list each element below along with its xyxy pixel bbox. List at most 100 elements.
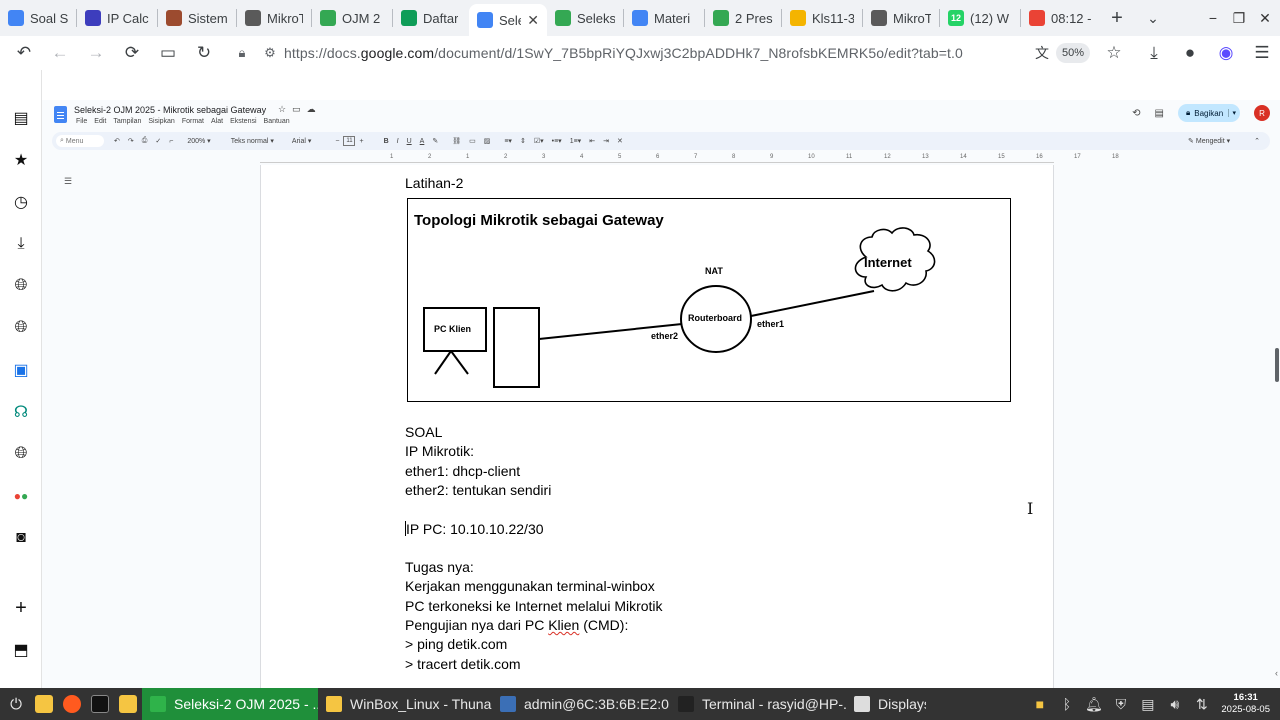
browser-tab[interactable]: Sele ✕	[469, 4, 547, 36]
topology-diagram[interactable]: Topologi Mikrotik sebagai Gateway PC Kli…	[407, 198, 1011, 402]
globe-icon[interactable]: 🌐︎	[9, 274, 33, 298]
taskbar-window-button[interactable]: Displays	[846, 688, 926, 720]
bookmarks-star-icon[interactable]: ★	[9, 148, 33, 172]
spellcheck-icon[interactable]: ✓	[151, 137, 165, 145]
file-manager-icon[interactable]	[30, 688, 58, 720]
history-icon[interactable]: ◷	[9, 190, 33, 214]
extensions-icon[interactable]: ⬒	[9, 638, 33, 662]
browser-tab[interactable]: 12 (12) W	[940, 0, 1020, 36]
numbered-list-icon[interactable]: 1≡▾	[566, 137, 586, 145]
menu-search-input[interactable]: ⌕ Menu	[56, 135, 104, 147]
lock-icon[interactable]: 🔒︎	[228, 45, 256, 61]
chevron-left-icon[interactable]: ‹	[1275, 668, 1278, 678]
close-window-icon[interactable]: ✕	[1252, 10, 1278, 27]
paint-format-icon[interactable]: ⌐	[165, 138, 177, 145]
network-icon[interactable]: ⇅	[1188, 696, 1215, 713]
browser-tab[interactable]: Seleksi	[547, 0, 623, 36]
font-increase-button[interactable]: +	[355, 138, 367, 145]
globe-icon[interactable]: 🌐︎	[9, 316, 33, 340]
folder-icon[interactable]	[114, 688, 142, 720]
document-line[interactable]: ether1: dhcp-client	[405, 463, 520, 479]
italic-icon[interactable]: I	[393, 138, 403, 145]
calendar-icon[interactable]: ▣	[9, 358, 33, 382]
browser-tab[interactable]: 2 Preso	[705, 0, 781, 36]
increase-indent-icon[interactable]: ⇥	[599, 137, 613, 145]
forward-icon[interactable]: →	[78, 36, 114, 70]
line-spacing-icon[interactable]: ⇕	[516, 137, 530, 145]
print-icon[interactable]: ⎙	[138, 137, 152, 145]
browser-tab[interactable]: IP Calc	[77, 0, 157, 36]
add-panel-icon[interactable]: +	[9, 596, 33, 620]
shield-icon[interactable]: ⛨	[1107, 696, 1134, 713]
docs-menu-item[interactable]: Sisipkan	[148, 118, 174, 125]
profile-icon[interactable]: ●	[1172, 36, 1208, 70]
document-title[interactable]: Seleksi-2 OJM 2025 - Mikrotik sebagai Ga…	[74, 105, 266, 115]
avatar[interactable]: R	[1254, 105, 1270, 121]
checklist-icon[interactable]: ☑▾	[530, 137, 548, 145]
title-action-icons[interactable]: ☆▭☁	[278, 104, 322, 115]
browser-tab[interactable]: Kls11-3	[782, 0, 862, 36]
document-line[interactable]: IP PC: 10.10.10.22/30	[405, 521, 544, 537]
undo-close-icon[interactable]: ↶	[6, 36, 42, 70]
volume-icon[interactable]: 🔊︎	[1161, 696, 1188, 713]
share-button[interactable]: 🔒︎ Bagikan ▾	[1178, 104, 1240, 122]
browser-tab[interactable]: 08:12 -	[1021, 0, 1099, 36]
taskbar-window-button[interactable]: Terminal - rasyid@HP-...	[670, 688, 846, 720]
font-size-input[interactable]: 11	[343, 136, 356, 146]
docs-menu-item[interactable]: Bantuan	[264, 118, 290, 125]
align-icon[interactable]: ≡▾	[500, 137, 516, 145]
download-icon[interactable]: ⤓	[1136, 36, 1172, 70]
taskbar-window-button[interactable]: Seleksi-2 OJM 2025 - ...	[142, 688, 318, 720]
comments-icon[interactable]: ▤	[1155, 108, 1164, 119]
docs-menu-item[interactable]: Format	[182, 118, 204, 125]
document-line[interactable]: Kerjakan menggunakan terminal-winbox	[405, 578, 655, 594]
browser-tab[interactable]: OJM 2	[312, 0, 392, 36]
docs-menu-item[interactable]: Tampilan	[113, 118, 141, 125]
document-line[interactable]: > ping detik.com	[405, 636, 507, 652]
terminal-launcher-icon[interactable]	[86, 688, 114, 720]
document-page[interactable]: Latihan-2 Topologi Mikrotik sebagai Gate…	[260, 165, 1054, 688]
font-decrease-button[interactable]: −	[331, 138, 343, 145]
taskbar-window-button[interactable]: WinBox_Linux - Thunar	[318, 688, 492, 720]
clipboard-icon[interactable]: ▤	[1134, 696, 1161, 713]
site-settings-icon[interactable]: ⚙︎	[256, 45, 284, 61]
bookmark-star-icon[interactable]: ☆	[1100, 36, 1128, 70]
spelling-error-word[interactable]: Klien	[548, 617, 579, 633]
notification-icon[interactable]: 🔔︎	[1080, 696, 1107, 713]
bulleted-list-icon[interactable]: •≡▾	[548, 137, 566, 145]
document-line[interactable]: Pengujian nya dari PC Klien (CMD):	[405, 617, 628, 633]
browser-tab[interactable]: Materi	[624, 0, 704, 36]
url-text[interactable]: https://docs.google.com/document/d/1SwY_…	[284, 45, 1028, 61]
collapse-menu-icon[interactable]: ⌃	[1250, 137, 1264, 145]
wallet-icon[interactable]: ▤	[9, 106, 33, 130]
docs-menu-item[interactable]: Alat	[211, 118, 223, 125]
bold-icon[interactable]: B	[380, 138, 393, 145]
ruler[interactable]: 1 2 1 2 3 4 5 6 7 8 9 10 11 12 13 14 15 16 17 18	[260, 153, 1119, 163]
redo-icon[interactable]: ↷	[124, 137, 138, 145]
browser-tab[interactable]: Sistem	[158, 0, 236, 36]
document-line[interactable]: SOAL	[405, 424, 442, 440]
underline-icon[interactable]: U	[403, 138, 416, 145]
image-icon[interactable]: ▨	[480, 137, 495, 145]
docs-logo-icon[interactable]	[54, 106, 67, 123]
editing-mode-select[interactable]: ✎ Mengedit ▾	[1188, 137, 1230, 145]
undo-icon[interactable]: ↶	[110, 137, 124, 145]
docs-menu-item[interactable]: Ekstensi	[230, 118, 256, 125]
close-tab-icon[interactable]: ✕	[527, 12, 539, 29]
docs-menu-item[interactable]: Edit	[94, 118, 106, 125]
power-icon[interactable]: ⏻	[2, 688, 30, 720]
highlight-icon[interactable]: ✎	[428, 137, 442, 145]
text-color-icon[interactable]: A	[416, 138, 429, 145]
clock[interactable]: 16:31 2025-08-05	[1221, 692, 1270, 716]
address-bar[interactable]: 🔒︎ ⚙︎ https://docs.google.com/document/d…	[228, 39, 1128, 67]
globe-icon[interactable]: 🌐︎	[9, 442, 33, 466]
sync-icon[interactable]: ⟳	[114, 36, 150, 70]
reload-icon[interactable]: ↻	[186, 36, 222, 70]
reader-mode-icon[interactable]: ▭	[150, 36, 186, 70]
game-icon[interactable]: ◙	[9, 526, 33, 550]
taskbar-window-button[interactable]: admin@6C:3B:6B:E2:0...	[492, 688, 670, 720]
link-icon[interactable]: ⛓	[448, 137, 465, 145]
browser-tab[interactable]: Daftar	[393, 0, 469, 36]
browser-tab[interactable]: MikroT	[237, 0, 311, 36]
apps-icon[interactable]: ● ●	[9, 484, 33, 508]
